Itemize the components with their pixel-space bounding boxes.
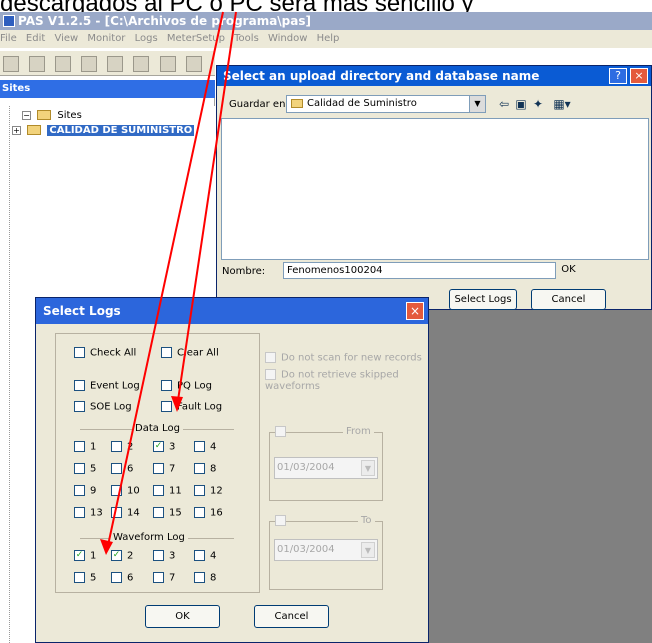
select-logs-title: Select Logs [36,298,428,324]
data-log-checkbox-16[interactable]: 16 [194,507,223,519]
data-log-checkbox-7[interactable]: 7 [153,463,175,475]
clear-all-checkbox[interactable]: Clear All [161,347,219,359]
data-log-checkbox-15[interactable]: 15 [153,507,182,519]
app-title-bar: PAS V1.2.5 - [C:\Archivos de programa\pa… [0,12,652,30]
save-icon[interactable] [29,56,46,72]
menu-edit[interactable]: Edit [26,33,45,44]
data-log-checkbox-8[interactable]: 8 [194,463,216,475]
data-log-label: Data Log [132,423,183,434]
waveform-log-checkbox-5[interactable]: 5 [74,572,96,584]
print-icon[interactable] [159,56,176,72]
paste-icon[interactable] [133,56,150,72]
data-log-checkbox-11[interactable]: 11 [153,485,182,497]
app-title-text: PAS V1.2.5 - [C:\Archivos de programa\pa… [18,14,311,28]
check-all-checkbox[interactable]: Check All [74,347,136,359]
folder-icon [27,125,42,135]
waveform-log-checkbox-7[interactable]: 7 [153,572,175,584]
tree-item-calidad-de-suministro[interactable]: + CALIDAD DE SUMINISTRO [12,125,195,136]
menu-help[interactable]: Help [317,33,340,44]
select-logs-button[interactable]: Select Logs [449,289,517,310]
from-label: From [343,426,374,437]
tree-root[interactable]: − Sites [22,110,82,121]
connect-icon[interactable] [185,56,202,72]
menu-monitor[interactable]: Monitor [87,33,125,44]
data-log-checkbox-2[interactable]: 2 [111,441,133,453]
waveform-log-checkbox-1[interactable]: ✓ 1 [74,550,96,562]
data-log-checkbox-14[interactable]: 14 [111,507,140,519]
data-log-checkbox-1[interactable]: 1 [74,441,96,453]
cancel-button[interactable]: Cancel [254,605,329,628]
waveform-log-checkbox-2[interactable]: ✓ 2 [111,550,133,562]
save-in-select[interactable]: Calidad de Suministro ▼ [286,95,486,113]
soe-log-checkbox[interactable]: SOE Log [74,401,132,413]
menu-logs[interactable]: Logs [135,33,158,44]
menu-file[interactable]: File [0,33,17,44]
menu-view[interactable]: View [54,33,78,44]
new-folder-icon[interactable]: ✦ [531,97,545,111]
ok-button[interactable]: OK [560,260,577,281]
cut-icon[interactable] [81,56,98,72]
from-date-value: 01/03/2004 [277,462,335,473]
tree-item-label: CALIDAD DE SUMINISTRO [47,125,195,136]
open-icon[interactable] [3,56,19,72]
event-log-checkbox[interactable]: Event Log [74,380,140,392]
from-checkbox[interactable] [275,426,291,438]
chevron-down-icon[interactable]: ▼ [361,542,375,558]
save-in-value: Calidad de Suministro [307,98,417,109]
waveform-log-label: Waveform Log [110,532,188,543]
tree-root-label: Sites [57,110,82,121]
data-log-checkbox-4[interactable]: 4 [194,441,216,453]
data-log-checkbox-13[interactable]: 13 [74,507,103,519]
waveform-log-checkbox-8[interactable]: 8 [194,572,216,584]
do-not-retrieve-checkbox[interactable]: Do not retrieve skipped waveforms [265,369,415,392]
waveform-log-checkbox-6[interactable]: 6 [111,572,133,584]
database-name-input[interactable]: Fenomenos100204 [283,262,556,279]
fault-log-checkbox[interactable]: Fault Log [161,401,222,413]
chevron-down-icon[interactable]: ▼ [469,96,485,112]
view-menu-icon[interactable]: ▦▾ [550,97,574,111]
menu-metersetup[interactable]: MeterSetup [167,33,225,44]
select-logs-dialog: Select Logs × Check All Clear All Event … [35,297,429,643]
from-date-picker[interactable]: 01/03/2004 ▼ [274,457,378,479]
pq-log-checkbox[interactable]: PQ Log [161,380,212,392]
data-log-checkbox-10[interactable]: 10 [111,485,140,497]
save-in-label: Guardar en: [229,99,289,110]
name-label: Nombre: [222,266,266,277]
to-label: To [358,515,375,526]
to-date-value: 01/03/2004 [277,544,335,555]
file-list[interactable] [221,118,649,260]
main-toolbar [0,50,215,76]
application-icon [3,15,15,27]
sites-icon [37,110,52,120]
data-log-checkbox-3[interactable]: ✓ 3 [153,441,175,453]
menu-tools[interactable]: Tools [234,33,259,44]
data-log-checkbox-12[interactable]: 12 [194,485,223,497]
do-not-scan-checkbox[interactable]: Do not scan for new records [265,352,425,364]
data-log-checkbox-9[interactable]: 9 [74,485,96,497]
menu-window[interactable]: Window [268,33,307,44]
collapse-icon[interactable]: − [22,110,31,120]
data-log-checkbox-5[interactable]: 5 [74,463,96,475]
up-folder-icon[interactable]: ▣ [514,97,528,111]
cancel-button[interactable]: Cancel [531,289,606,310]
waveform-log-checkbox-4[interactable]: 4 [194,550,216,562]
to-checkbox[interactable] [275,515,291,527]
ok-button[interactable]: OK [145,605,220,628]
close-icon[interactable]: × [406,302,424,320]
expand-icon[interactable]: + [12,125,21,135]
folder-icon [291,99,303,108]
help-icon[interactable]: ? [609,68,627,84]
close-icon[interactable]: × [630,68,648,84]
copy-icon[interactable] [107,56,124,72]
save-all-icon[interactable] [55,56,72,72]
chevron-down-icon[interactable]: ▼ [361,460,375,476]
sites-panel-header: Sites [0,80,215,98]
menu-bar: File Edit View Monitor Logs MeterSetup T… [0,30,652,48]
to-date-picker[interactable]: 01/03/2004 ▼ [274,539,378,561]
data-log-checkbox-6[interactable]: 6 [111,463,133,475]
waveform-log-checkbox-3[interactable]: 3 [153,550,175,562]
dialog-title: Select an upload directory and database … [217,66,651,86]
back-icon[interactable]: ⇦ [497,97,511,111]
